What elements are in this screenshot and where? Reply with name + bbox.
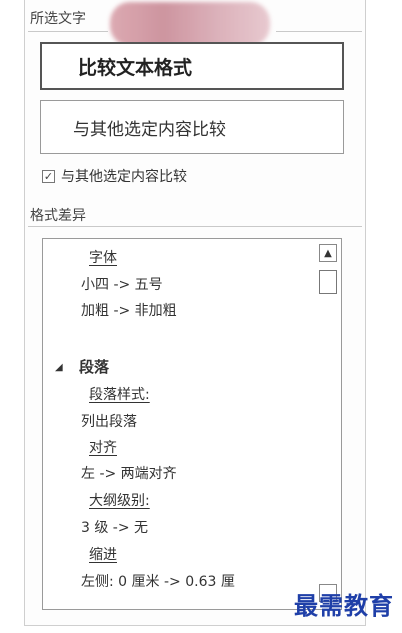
list-item: 对齐 — [89, 440, 117, 456]
list-item: 大纲级别: — [89, 493, 150, 509]
list-item: 小四 -> 五号 — [81, 277, 163, 293]
collapse-caret-icon[interactable]: ◢ — [55, 362, 63, 373]
list-item: 字体 — [89, 250, 117, 266]
list-item: 左 -> 两端对齐 — [81, 466, 177, 482]
list-item: 左侧: 0 厘米 -> 0.63 厘 — [81, 574, 235, 590]
list-item: 段落样式: — [89, 387, 150, 403]
selected-text-divider — [28, 31, 108, 32]
compare-with-other-button[interactable]: 与其他选定内容比较 — [40, 100, 344, 154]
blurred-redaction — [110, 2, 270, 46]
list-item: 缩进 — [89, 547, 117, 563]
compare-checkbox-row[interactable]: ✓ 与其他选定内容比较 — [42, 166, 187, 186]
format-diff-label: 格式差异 — [30, 208, 86, 224]
list-section-header: 段落 — [79, 358, 110, 376]
scroll-thumb[interactable] — [319, 270, 337, 294]
compare-format-button[interactable]: 比较文本格式 — [40, 42, 344, 90]
format-diff-list[interactable]: 字体 小四 -> 五号 加粗 -> 非加粗 ◢ 段落 段落样式: 列出段落 对齐… — [42, 238, 342, 610]
format-diff-divider — [28, 226, 362, 227]
list-item: 加粗 -> 非加粗 — [81, 303, 177, 319]
selected-text-label: 所选文字 — [30, 11, 86, 27]
compare-checkbox[interactable]: ✓ — [42, 169, 55, 183]
selected-text-divider-right — [276, 31, 362, 32]
compare-checkbox-label: 与其他选定内容比较 — [61, 169, 187, 185]
list-item: 3 级 -> 无 — [81, 520, 149, 536]
watermark: 最需教育 — [294, 591, 394, 620]
scroll-up-icon[interactable]: ▲ — [319, 244, 337, 262]
vertical-scrollbar[interactable]: ▲ — [316, 240, 340, 608]
list-item: 列出段落 — [81, 414, 137, 430]
